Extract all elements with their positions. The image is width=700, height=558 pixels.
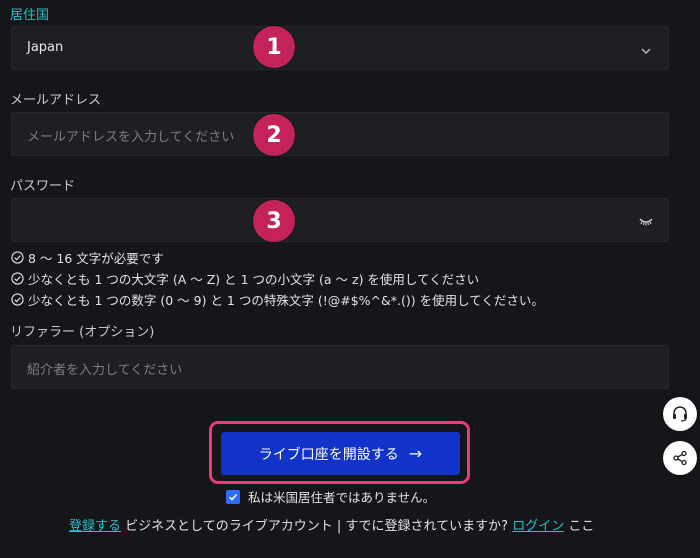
register-link[interactable]: 登録する bbox=[69, 519, 121, 534]
check-circle-icon bbox=[11, 272, 24, 285]
password-field[interactable] bbox=[11, 198, 669, 242]
us-resident-row: 私は米国居住者ではありません。 bbox=[226, 487, 435, 506]
email-label: メールアドレス bbox=[10, 93, 102, 108]
us-resident-label: 私は米国居住者ではありません。 bbox=[248, 490, 436, 505]
footer-text: 登録する ビジネスとしてのライブアカウント | すでに登録されていますか? ログ… bbox=[69, 519, 595, 534]
share-icon bbox=[673, 450, 687, 466]
submit-label: ライブ口座を開設する bbox=[258, 446, 399, 463]
share-button[interactable] bbox=[663, 441, 697, 475]
headset-icon bbox=[673, 406, 687, 422]
chevron-down-icon bbox=[640, 42, 652, 61]
check-circle-icon bbox=[11, 251, 24, 264]
login-link[interactable]: ログイン bbox=[512, 519, 564, 534]
arrow-right-icon: → bbox=[408, 444, 423, 463]
marker-3: 3 bbox=[253, 200, 295, 242]
password-rule: 少なくとも 1 つの大文字 (A 〜 Z) と 1 つの小文字 (a 〜 z) … bbox=[11, 268, 544, 289]
referrer-field[interactable]: 紹介者を入力してください bbox=[11, 345, 669, 389]
country-select[interactable]: Japan bbox=[11, 26, 669, 70]
referrer-placeholder: 紹介者を入力してください bbox=[27, 363, 183, 378]
password-rule: 8 〜 16 文字が必要です bbox=[11, 247, 544, 268]
checkmark-icon bbox=[228, 493, 238, 501]
marker-2: 2 bbox=[253, 114, 295, 156]
referrer-label: リファラー (オプション) bbox=[10, 325, 155, 340]
email-placeholder: メールアドレスを入力してください bbox=[27, 130, 235, 145]
eye-closed-icon[interactable] bbox=[638, 213, 654, 232]
marker-1: 1 bbox=[253, 26, 295, 68]
password-rule: 少なくとも 1 つの数字 (0 〜 9) と 1 つの特殊文字 (!@#$%^&… bbox=[11, 289, 544, 310]
country-label: 居住国 bbox=[10, 8, 50, 23]
us-resident-checkbox[interactable] bbox=[226, 489, 240, 504]
open-live-account-button[interactable]: ライブ口座を開設する → bbox=[221, 432, 460, 475]
country-value: Japan bbox=[27, 40, 64, 55]
check-circle-icon bbox=[11, 293, 24, 306]
password-label: パスワード bbox=[10, 179, 76, 194]
email-field[interactable]: メールアドレスを入力してください bbox=[11, 112, 669, 156]
support-button[interactable] bbox=[663, 397, 697, 431]
password-rules: 8 〜 16 文字が必要です 少なくとも 1 つの大文字 (A 〜 Z) と 1… bbox=[11, 247, 544, 310]
